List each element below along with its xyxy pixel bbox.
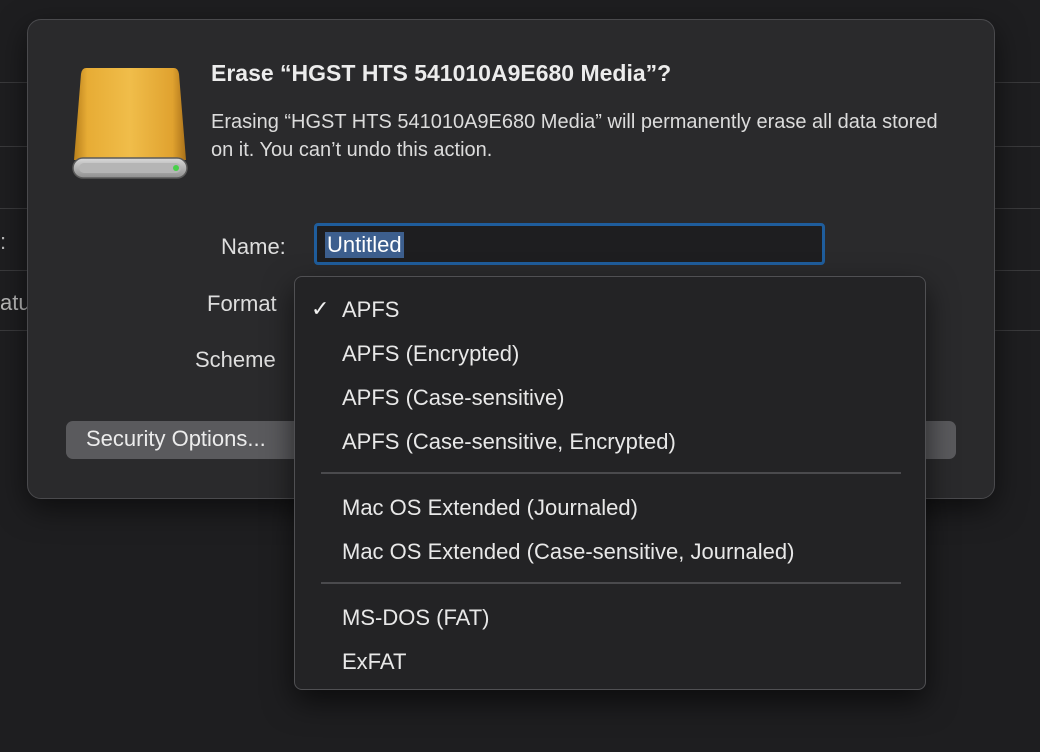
- menu-item-mac-os-extended-case-sensitive-journaled[interactable]: Mac OS Extended (Case-sensitive, Journal…: [295, 531, 925, 571]
- menu-item-label: APFS (Encrypted): [342, 341, 520, 366]
- menu-item-apfs[interactable]: ✓ APFS: [295, 289, 925, 329]
- menu-item-label: Mac OS Extended (Journaled): [342, 495, 638, 520]
- screen: : atu Erase “HGST HTS 541010A9E680 Media…: [0, 0, 1040, 752]
- name-label: Name:: [221, 234, 286, 259]
- menu-item-apfs-encrypted[interactable]: APFS (Encrypted): [295, 333, 925, 373]
- background-label-fragment: atu: [0, 290, 31, 315]
- format-dropdown-menu: ✓ APFS APFS (Encrypted) APFS (Case-sensi…: [294, 276, 926, 690]
- checkmark-icon: ✓: [311, 296, 330, 321]
- menu-item-ms-dos-fat[interactable]: MS-DOS (FAT): [295, 597, 925, 637]
- format-label: Format: [207, 291, 277, 316]
- menu-separator: [321, 582, 901, 584]
- menu-item-label: APFS (Case-sensitive, Encrypted): [342, 429, 676, 454]
- menu-item-apfs-case-sensitive[interactable]: APFS (Case-sensitive): [295, 377, 925, 417]
- menu-item-label: MS-DOS (FAT): [342, 605, 490, 630]
- menu-item-label: Mac OS Extended (Case-sensitive, Journal…: [342, 539, 795, 564]
- menu-item-label: APFS (Case-sensitive): [342, 385, 565, 410]
- menu-item-label: APFS: [342, 297, 400, 322]
- menu-item-label: ExFAT: [342, 649, 407, 674]
- dialog-title: Erase “HGST HTS 541010A9E680 Media”?: [211, 60, 672, 86]
- security-options-label: Security Options...: [86, 426, 266, 451]
- menu-item-apfs-case-sensitive-encrypted[interactable]: APFS (Case-sensitive, Encrypted): [295, 421, 925, 461]
- external-drive-icon: [72, 68, 188, 179]
- name-input[interactable]: Untitled: [314, 223, 825, 265]
- name-input-value: Untitled: [325, 232, 404, 258]
- background-label-fragment: :: [0, 229, 7, 254]
- scheme-label: Scheme: [195, 347, 276, 372]
- menu-item-exfat[interactable]: ExFAT: [295, 641, 925, 681]
- menu-separator: [321, 472, 901, 474]
- dialog-message: Erasing “HGST HTS 541010A9E680 Media” wi…: [211, 111, 938, 161]
- menu-item-mac-os-extended-journaled[interactable]: Mac OS Extended (Journaled): [295, 487, 925, 527]
